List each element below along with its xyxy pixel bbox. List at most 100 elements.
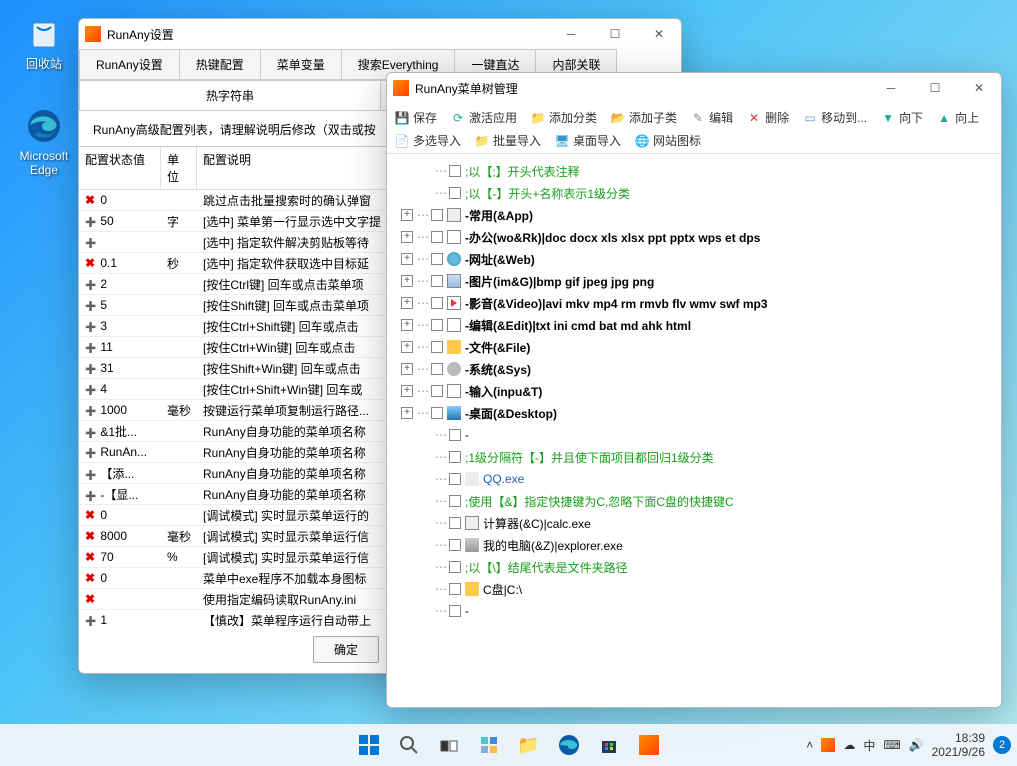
tree-node[interactable]: +⋯-桌面(&Desktop) — [395, 402, 993, 424]
expand-toggle[interactable]: + — [401, 363, 413, 375]
tree-checkbox[interactable] — [431, 319, 443, 331]
move-to-button[interactable]: ▭移动到... — [801, 107, 869, 128]
tree-checkbox[interactable] — [449, 561, 461, 573]
search-button[interactable] — [390, 726, 428, 764]
tab-2[interactable]: 菜单变量 — [260, 49, 342, 79]
tab-1[interactable]: 热键配置 — [179, 49, 261, 79]
tree-node[interactable]: +⋯-系统(&Sys) — [395, 358, 993, 380]
tree-node[interactable]: +⋯-图片(im&G)|bmp gif jpeg jpg png — [395, 270, 993, 292]
expand-toggle[interactable]: + — [401, 319, 413, 331]
tree-node[interactable]: ⋯;1级分隔符【-】并且使下面项目都回归1级分类 — [395, 446, 993, 468]
tree-node[interactable]: +⋯-网址(&Web) — [395, 248, 993, 270]
tree-node[interactable]: ⋯;以【\】结尾代表是文件夹路径 — [395, 556, 993, 578]
desktop-icon-recycle-bin[interactable]: 回收站 — [14, 12, 74, 72]
close-button[interactable]: ✕ — [957, 73, 1001, 103]
tree-node[interactable]: +⋯-文件(&File) — [395, 336, 993, 358]
tray-volume-icon[interactable]: 🔊 — [909, 738, 924, 752]
add-subcategory-button[interactable]: 📂添加子类 — [609, 107, 679, 128]
tree-node[interactable]: ⋯;以【;】开头代表注释 — [395, 160, 993, 182]
tray-clock[interactable]: 18:39 2021/9/26 — [932, 731, 985, 760]
expand-toggle[interactable]: + — [401, 341, 413, 353]
expand-toggle[interactable]: + — [401, 253, 413, 265]
save-button[interactable]: 💾保存 — [393, 107, 439, 128]
tab-0[interactable]: RunAny设置 — [79, 49, 180, 79]
titlebar[interactable]: RunAny菜单树管理 ─ ☐ ✕ — [387, 73, 1001, 103]
col-unit[interactable]: 单位 — [161, 147, 197, 189]
move-down-button[interactable]: ▼向下 — [879, 107, 925, 128]
widgets-button[interactable] — [470, 726, 508, 764]
expand-toggle[interactable]: + — [401, 275, 413, 287]
expand-toggle[interactable]: + — [401, 297, 413, 309]
minimize-button[interactable]: ─ — [869, 73, 913, 103]
tree-checkbox[interactable] — [431, 341, 443, 353]
expand-toggle[interactable]: + — [401, 385, 413, 397]
desktop-icon-edge[interactable]: Microsoft Edge — [14, 106, 74, 177]
edit-button[interactable]: ✎编辑 — [689, 107, 735, 128]
store-button[interactable] — [590, 726, 628, 764]
notification-badge[interactable]: 2 — [993, 736, 1011, 754]
close-button[interactable]: ✕ — [637, 19, 681, 49]
tray-chevron-icon[interactable]: ˄ — [806, 738, 813, 752]
edge-taskbar-button[interactable] — [550, 726, 588, 764]
titlebar[interactable]: RunAny设置 ─ ☐ ✕ — [79, 19, 681, 49]
tray-keyboard-icon[interactable]: ⌨ — [883, 738, 900, 752]
tray-onedrive-icon[interactable]: ☁ — [843, 738, 855, 752]
start-button[interactable] — [350, 726, 388, 764]
tree-checkbox[interactable] — [431, 363, 443, 375]
maximize-button[interactable]: ☐ — [913, 73, 957, 103]
apply-button[interactable]: ⟳激活应用 — [449, 107, 519, 128]
tray-ime-button[interactable]: 中 — [863, 737, 875, 754]
subtab-0[interactable]: 热字符串 — [79, 80, 381, 110]
tree-checkbox[interactable] — [449, 583, 461, 595]
tree-view[interactable]: ⋯;以【;】开头代表注释⋯;以【-】开头+名称表示1级分类+⋯-常用(&App)… — [387, 154, 1001, 707]
expand-toggle[interactable]: + — [401, 209, 413, 221]
delete-button[interactable]: ✕删除 — [745, 107, 791, 128]
tree-node[interactable]: +⋯-常用(&App) — [395, 204, 993, 226]
tree-checkbox[interactable] — [449, 495, 461, 507]
tree-checkbox[interactable] — [449, 517, 461, 529]
desktop-import-button[interactable]: 🖥桌面导入 — [553, 130, 623, 151]
expand-toggle[interactable]: + — [401, 407, 413, 419]
tree-checkbox[interactable] — [431, 407, 443, 419]
move-up-button[interactable]: ▲向上 — [935, 107, 981, 128]
tree-checkbox[interactable] — [431, 275, 443, 287]
ok-button[interactable]: 确定 — [313, 636, 379, 663]
tree-node[interactable]: ⋯- — [395, 600, 993, 622]
tree-checkbox[interactable] — [449, 473, 461, 485]
tree-node[interactable]: ⋯计算器(&C)|calc.exe — [395, 512, 993, 534]
tray-runany-icon[interactable] — [821, 738, 835, 752]
tree-checkbox[interactable] — [431, 253, 443, 265]
tree-checkbox[interactable] — [449, 451, 461, 463]
tree-node[interactable]: +⋯-办公(wo&Rk)|doc docx xls xlsx ppt pptx … — [395, 226, 993, 248]
tree-node[interactable]: +⋯-影音(&Video)|avi mkv mp4 rm rmvb flv wm… — [395, 292, 993, 314]
tree-node[interactable]: +⋯-输入(inpu&T) — [395, 380, 993, 402]
tree-checkbox[interactable] — [449, 429, 461, 441]
tree-checkbox[interactable] — [431, 297, 443, 309]
minimize-button[interactable]: ─ — [549, 19, 593, 49]
tree-node[interactable]: ⋯;使用【&】指定快捷键为C,忽略下面C盘的快捷键C — [395, 490, 993, 512]
multi-import-button[interactable]: 📄多选导入 — [393, 130, 463, 151]
web-icon-button[interactable]: 🌐网站图标 — [633, 130, 703, 151]
tree-node[interactable]: ⋯- — [395, 424, 993, 446]
window-title: RunAny菜单树管理 — [415, 80, 869, 97]
col-status-value[interactable]: 配置状态值 — [79, 147, 161, 189]
batch-import-button[interactable]: 📁批量导入 — [473, 130, 543, 151]
task-view-button[interactable] — [430, 726, 468, 764]
tree-node[interactable]: ⋯QQ.exe — [395, 468, 993, 490]
tree-checkbox[interactable] — [449, 605, 461, 617]
tree-checkbox[interactable] — [449, 187, 461, 199]
tree-node[interactable]: +⋯-编辑(&Edit)|txt ini cmd bat md ahk html — [395, 314, 993, 336]
tree-checkbox[interactable] — [449, 165, 461, 177]
runany-taskbar-button[interactable] — [630, 726, 668, 764]
tree-node[interactable]: ⋯我的电脑(&Z)|explorer.exe — [395, 534, 993, 556]
tree-checkbox[interactable] — [431, 385, 443, 397]
expand-toggle[interactable]: + — [401, 231, 413, 243]
add-category-button[interactable]: 📁添加分类 — [529, 107, 599, 128]
tree-node[interactable]: ⋯C盘|C:\ — [395, 578, 993, 600]
explorer-button[interactable]: 📁 — [510, 726, 548, 764]
tree-checkbox[interactable] — [449, 539, 461, 551]
tree-checkbox[interactable] — [431, 231, 443, 243]
tree-node[interactable]: ⋯;以【-】开头+名称表示1级分类 — [395, 182, 993, 204]
tree-checkbox[interactable] — [431, 209, 443, 221]
maximize-button[interactable]: ☐ — [593, 19, 637, 49]
